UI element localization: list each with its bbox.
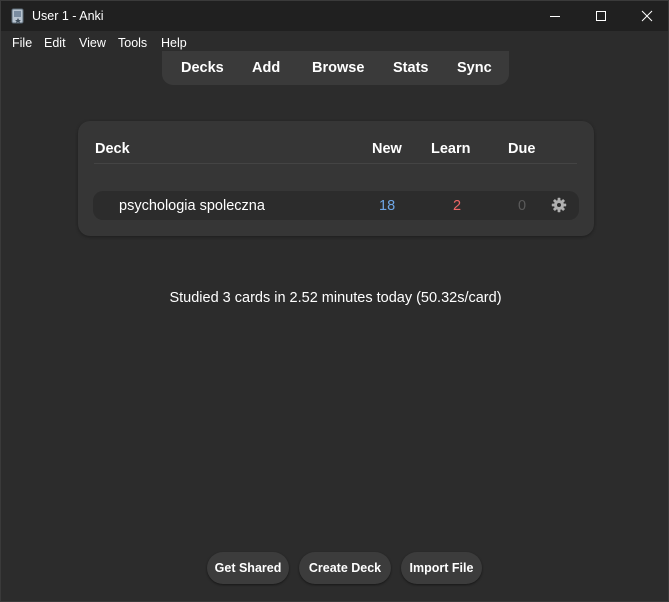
title-bar[interactable]: User 1 - Anki <box>1 1 668 31</box>
import-file-button[interactable]: Import File <box>401 552 482 584</box>
anki-app-icon[interactable] <box>11 8 25 24</box>
get-shared-button[interactable]: Get Shared <box>207 552 289 584</box>
gear-icon[interactable] <box>551 197 567 213</box>
column-header-learn: Learn <box>431 141 471 157</box>
menu-help[interactable]: Help <box>161 36 187 50</box>
close-button[interactable] <box>624 1 669 31</box>
maximize-icon <box>596 11 606 21</box>
studied-today-text: Studied 3 cards in 2.52 minutes today (5… <box>169 290 502 306</box>
menu-view[interactable]: View <box>79 36 106 50</box>
create-deck-button[interactable]: Create Deck <box>299 552 391 584</box>
due-count: 0 <box>518 198 527 214</box>
toolbar-sync[interactable]: Sync <box>457 60 492 76</box>
toolbar-add[interactable]: Add <box>252 60 280 76</box>
column-header-deck: Deck <box>95 141 130 157</box>
maximize-button[interactable] <box>578 1 624 31</box>
main-toolbar: Decks Add Browse Stats Sync <box>162 51 509 85</box>
minimize-icon <box>550 16 560 17</box>
minimize-button[interactable] <box>532 1 578 31</box>
toolbar-stats[interactable]: Stats <box>393 60 428 76</box>
new-count: 18 <box>379 198 396 214</box>
menu-edit[interactable]: Edit <box>44 36 66 50</box>
column-header-new: New <box>372 141 402 157</box>
window-title: User 1 - Anki <box>32 9 104 23</box>
toolbar-decks[interactable]: Decks <box>181 60 224 76</box>
deck-row[interactable]: psychologia spoleczna 18 2 0 <box>93 191 579 220</box>
deck-list-card: Deck New Learn Due psychologia spoleczna… <box>78 121 594 236</box>
header-divider <box>94 163 577 164</box>
menu-tools[interactable]: Tools <box>118 36 147 50</box>
deck-name-link[interactable]: psychologia spoleczna <box>119 198 265 214</box>
column-header-due: Due <box>508 141 536 157</box>
learn-count: 2 <box>453 198 462 214</box>
close-icon <box>641 10 653 22</box>
toolbar-browse[interactable]: Browse <box>312 60 364 76</box>
anki-main-window: User 1 - Anki File Edit View Tools Help … <box>0 0 669 602</box>
menu-bar: File Edit View Tools Help <box>1 31 668 53</box>
menu-file[interactable]: File <box>12 36 32 50</box>
